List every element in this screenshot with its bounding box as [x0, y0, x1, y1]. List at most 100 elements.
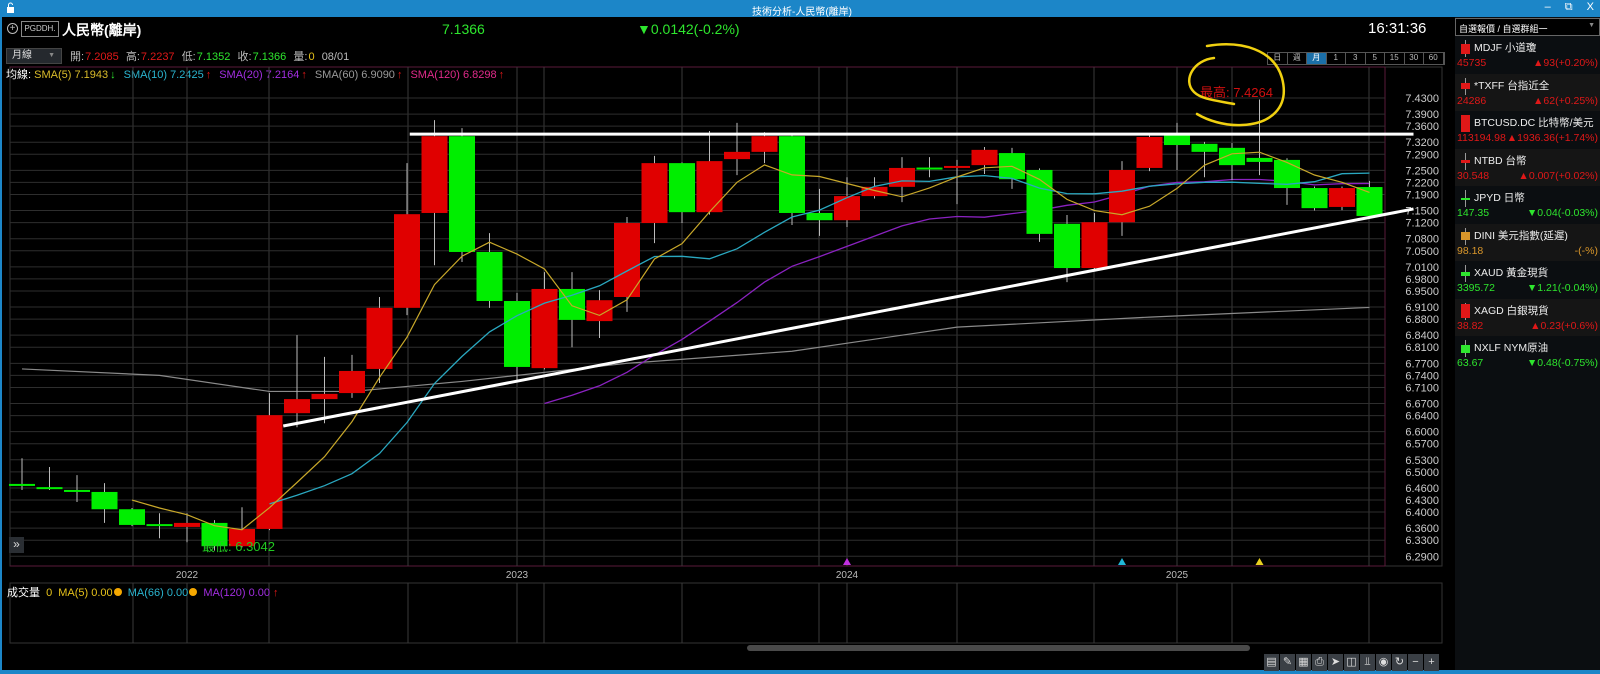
data-window-icon[interactable]: ▦: [1296, 654, 1311, 671]
item-price: 98.18: [1457, 244, 1484, 257]
dot-icon: [113, 588, 122, 596]
watchlist-item[interactable]: BTCUSD.DC 比特幣/美元 113194.98 ▲1936.36(+1.7…: [1455, 111, 1600, 149]
watchlist-item[interactable]: MDJF 小道瓊 45735 ▲93(+0.20%): [1455, 36, 1600, 74]
candle: [504, 292, 530, 381]
watchlist-dropdown[interactable]: 自選報價 / 自選群組一 ▼: [1455, 18, 1600, 36]
candle: [724, 122, 750, 176]
zoom-out-icon[interactable]: −: [1408, 654, 1423, 671]
candle: [1329, 186, 1355, 211]
item-change: ▼0.04(-0.03%): [1526, 207, 1598, 219]
item-price: 63.67: [1457, 357, 1484, 369]
candle: [641, 155, 668, 244]
candle-body: [916, 167, 943, 170]
expand-panel-button[interactable]: »: [9, 537, 24, 553]
candle: [559, 272, 585, 348]
candle-body: [944, 165, 970, 168]
candle: [36, 467, 63, 490]
y-tick-label: 6.4300: [1405, 495, 1439, 507]
y-tick-label: 7.4300: [1405, 93, 1439, 105]
candle-body: [91, 491, 118, 510]
layout-icon[interactable]: ◫: [1344, 654, 1359, 671]
watchlist-item[interactable]: JPYD 日幣 147.35 ▼0.04(-0.03%): [1455, 186, 1600, 224]
horizontal-scrollbar[interactable]: [747, 645, 1250, 651]
price-chart[interactable]: 7.4300 7.39007.3600 7.32007.2900 7.25007.22…: [2, 0, 1600, 674]
dot-icon: [189, 588, 198, 596]
x-tick-label: 2024: [836, 570, 859, 581]
signal-marker-icon: [1255, 558, 1264, 565]
item-change: -(-%): [1574, 244, 1598, 257]
watchlist-item[interactable]: DINI 美元指數(延遲) 98.18 -(-%): [1455, 223, 1600, 261]
candle: [256, 393, 283, 531]
item-price: 30.548: [1457, 169, 1490, 182]
candle: [366, 296, 393, 384]
candle-body: [284, 399, 310, 414]
item-name: XAUD 黃金現貨: [1474, 267, 1549, 279]
chevron-down-icon: ▼: [1588, 22, 1595, 29]
watchlist-panel: 自選報價 / 自選群組一 ▼ MDJF 小道瓊 45735 ▲93(+0.20%)…: [1455, 17, 1600, 670]
y-tick-label: 6.8100: [1405, 342, 1439, 354]
y-tick-label: 7.0500: [1405, 246, 1439, 258]
y-tick-label: 7.2900: [1405, 149, 1439, 161]
candle: [1191, 141, 1218, 178]
y-tick-label: 6.6700: [1405, 399, 1439, 411]
candle: [1136, 134, 1163, 172]
candle-body: [1081, 222, 1108, 269]
watchlist-item[interactable]: XAGD 白銀現貨 38.82 ▲0.23(+0.6%): [1455, 298, 1600, 336]
candle: [1246, 99, 1273, 176]
item-price: 3395.72: [1457, 282, 1495, 294]
candle-icon: [1461, 190, 1470, 207]
candle-body: [696, 161, 723, 213]
vol-ma5: MA(5) 0.00: [58, 587, 113, 599]
y-tick-label: 7.2500: [1405, 165, 1439, 177]
item-change: ▼0.48(-0.75%): [1526, 357, 1598, 369]
item-price: 24286: [1457, 94, 1487, 107]
document-icon[interactable]: ▤: [1264, 654, 1279, 671]
candle: [476, 233, 503, 308]
item-name: JPYD 日幣: [1474, 192, 1525, 204]
candle-body: [1191, 143, 1218, 152]
candle-icon: [1461, 152, 1470, 170]
item-change: ▲62(+0.25%): [1533, 94, 1598, 107]
print-icon[interactable]: ⎙: [1312, 654, 1327, 671]
signal-marker-icon: [843, 558, 851, 565]
watchlist-item[interactable]: XAUD 黃金現貨 3395.72 ▼1.21(-0.04%): [1455, 261, 1600, 299]
watchlist-title: 自選報價 / 自選群組一: [1459, 24, 1548, 34]
watchlist-item[interactable]: NTBD 台幣 30.548 ▲0.007(+0.02%): [1455, 148, 1600, 186]
draw-line-icon[interactable]: ✎: [1280, 654, 1295, 671]
candle: [394, 163, 420, 316]
indicator-icon[interactable]: ⫫: [1360, 654, 1375, 671]
signal-marker-icon: [1118, 558, 1126, 565]
candle: [1081, 212, 1108, 271]
item-name: XAGD 白銀現貨: [1474, 304, 1549, 317]
candle: [91, 483, 118, 523]
arrow-up-icon: ↑: [273, 587, 279, 599]
candle: [9, 458, 35, 490]
refresh-icon[interactable]: ↻: [1392, 654, 1407, 671]
watchlist-item[interactable]: *TXFF 台指近全 24286 ▲62(+0.25%): [1455, 73, 1600, 111]
watchlist-item[interactable]: NXLF NYM原油 63.67 ▼0.48(-0.75%): [1455, 336, 1600, 374]
y-tick-label: 6.3300: [1405, 535, 1439, 547]
candle-body: [36, 487, 63, 490]
candle-body: [1356, 187, 1383, 216]
zoom-in-icon[interactable]: +: [1424, 654, 1439, 671]
eye-icon[interactable]: ◉: [1376, 654, 1391, 671]
candle: [284, 335, 310, 428]
candle: [614, 216, 640, 312]
y-tick-label: 6.7700: [1405, 358, 1439, 370]
cursor-icon[interactable]: ➤: [1328, 654, 1343, 671]
item-price: 113194.98: [1457, 132, 1506, 144]
y-tick-label: 6.4000: [1405, 507, 1439, 519]
item-price: 45735: [1457, 57, 1487, 69]
candle: [146, 513, 173, 539]
candle: [1274, 158, 1300, 205]
candle: [669, 162, 695, 224]
y-tick-label: 6.2900: [1405, 551, 1439, 563]
y-tick-label: 6.5700: [1405, 439, 1439, 451]
item-price: 38.82: [1457, 319, 1484, 332]
candle-body: [9, 483, 35, 486]
item-change: ▲0.23(+0.6%): [1530, 319, 1598, 332]
y-tick-label: 6.7400: [1405, 370, 1439, 382]
item-name: *TXFF 台指近全: [1474, 79, 1550, 92]
item-change: ▼1.21(-0.04%): [1526, 282, 1598, 294]
item-name: MDJF 小道瓊: [1474, 42, 1537, 54]
